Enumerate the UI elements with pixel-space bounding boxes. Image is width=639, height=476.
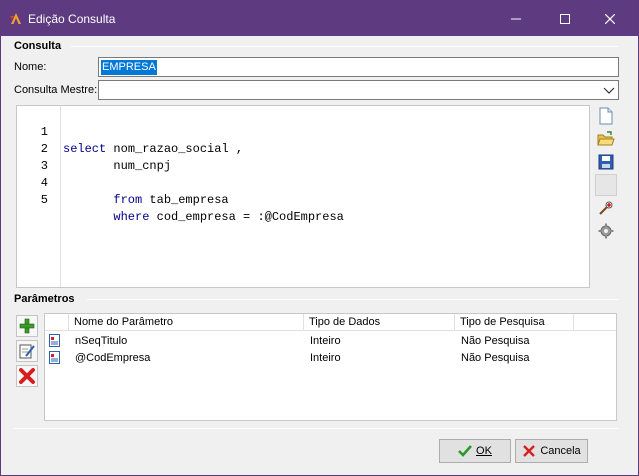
checkmark-icon: [458, 445, 473, 457]
chevron-down-icon[interactable]: [603, 84, 615, 96]
app-logo-icon: [10, 13, 21, 24]
column-header-nome[interactable]: Nome do Parâmetro: [69, 314, 304, 331]
code-text: where cod_empresa = :@CodEmpresa: [63, 209, 344, 226]
add-parameter-button[interactable]: [16, 315, 38, 337]
window-title: Edição Consulta: [28, 12, 116, 26]
code-line: 1 select nom_razao_social ,: [17, 107, 587, 156]
open-folder-icon: [597, 131, 615, 146]
consulta-section-label: Consulta: [14, 40, 62, 52]
magic-wand-icon: [599, 201, 613, 215]
edit-icon: [19, 344, 35, 359]
edit-parameter-button[interactable]: [16, 340, 38, 362]
column-header-tipo-pesquisa[interactable]: Tipo de Pesquisa: [455, 314, 574, 331]
parametros-section-label: Parâmetros: [14, 293, 75, 305]
settings-button[interactable]: [595, 220, 617, 242]
delete-parameter-button[interactable]: [16, 365, 38, 387]
close-button[interactable]: [587, 1, 633, 36]
parametros-divider: [87, 299, 618, 300]
table-row[interactable]: nSeqTitulo Inteiro Não Pesquisa: [45, 333, 616, 349]
cancel-button[interactable]: Cancela: [515, 439, 588, 463]
sql-text: cod_empresa = :@CodEmpresa: [149, 210, 344, 224]
nome-label: Nome:: [14, 61, 47, 73]
close-icon: [605, 13, 615, 24]
wizard-button[interactable]: [595, 197, 617, 219]
save-button[interactable]: [595, 151, 617, 173]
cell-nome: @CodEmpresa: [75, 352, 151, 364]
cell-tipo-dados: Inteiro: [310, 335, 341, 347]
sql-text: tab_empresa: [142, 193, 229, 207]
line-number: 5: [40, 193, 48, 207]
consulta-divider: [71, 46, 618, 47]
code-line: 3: [17, 141, 587, 173]
consulta-mestre-select[interactable]: [98, 80, 619, 100]
ok-button[interactable]: OK: [439, 439, 511, 463]
code-text: from tab_empresa: [63, 192, 229, 209]
edicao-consulta-dialog: Edição Consulta Consulta Nome: EMPRESA C…: [0, 0, 639, 476]
cell-tipo-dados: Inteiro: [310, 352, 341, 364]
cancel-x-icon: [523, 445, 536, 457]
cell-tipo-pesquisa: Não Pesquisa: [461, 335, 530, 347]
code-line: 5 where cod_empresa = :@CodEmpresa: [17, 175, 587, 224]
new-document-icon: [599, 107, 613, 125]
consulta-mestre-label: Consulta Mestre:: [14, 84, 98, 96]
cancel-button-label: Cancela: [540, 445, 581, 457]
title-bar[interactable]: Edição Consulta: [1, 1, 638, 36]
maximize-icon: [560, 13, 570, 24]
sql-editor[interactable]: 1 select nom_razao_social , 2 num_cnpj 3…: [16, 105, 590, 288]
parameter-row-icon: [49, 334, 60, 347]
blank-tool-button[interactable]: [595, 174, 617, 196]
minimize-button[interactable]: [493, 1, 539, 36]
save-disk-icon: [598, 154, 614, 170]
sql-keyword: where: [63, 210, 150, 224]
new-button[interactable]: [595, 105, 617, 127]
nome-input-value: EMPRESA: [101, 60, 157, 75]
maximize-button[interactable]: [542, 1, 588, 36]
code-line: 2 num_cnpj: [17, 124, 587, 173]
code-line: 4 from tab_empresa: [17, 158, 587, 207]
cell-tipo-pesquisa: Não Pesquisa: [461, 352, 530, 364]
ok-button-label: OK: [476, 445, 492, 457]
parameter-row-icon: [49, 351, 60, 364]
sql-keyword: from: [63, 193, 143, 207]
delete-icon: [19, 368, 35, 384]
add-icon: [19, 318, 35, 334]
nome-input[interactable]: EMPRESA: [98, 57, 619, 77]
gear-icon: [598, 223, 614, 239]
column-header-tipo-dados[interactable]: Tipo de Dados: [304, 314, 455, 331]
grid-indicator-header: [45, 314, 69, 331]
footer-divider: [14, 428, 618, 429]
minimize-icon: [511, 18, 521, 19]
table-row[interactable]: @CodEmpresa Inteiro Não Pesquisa: [45, 350, 616, 366]
parametros-grid[interactable]: Nome do Parâmetro Tipo de Dados Tipo de …: [44, 313, 617, 421]
open-button[interactable]: [595, 128, 617, 150]
cell-nome: nSeqTitulo: [75, 335, 128, 347]
grid-header: Nome do Parâmetro Tipo de Dados Tipo de …: [45, 314, 616, 331]
